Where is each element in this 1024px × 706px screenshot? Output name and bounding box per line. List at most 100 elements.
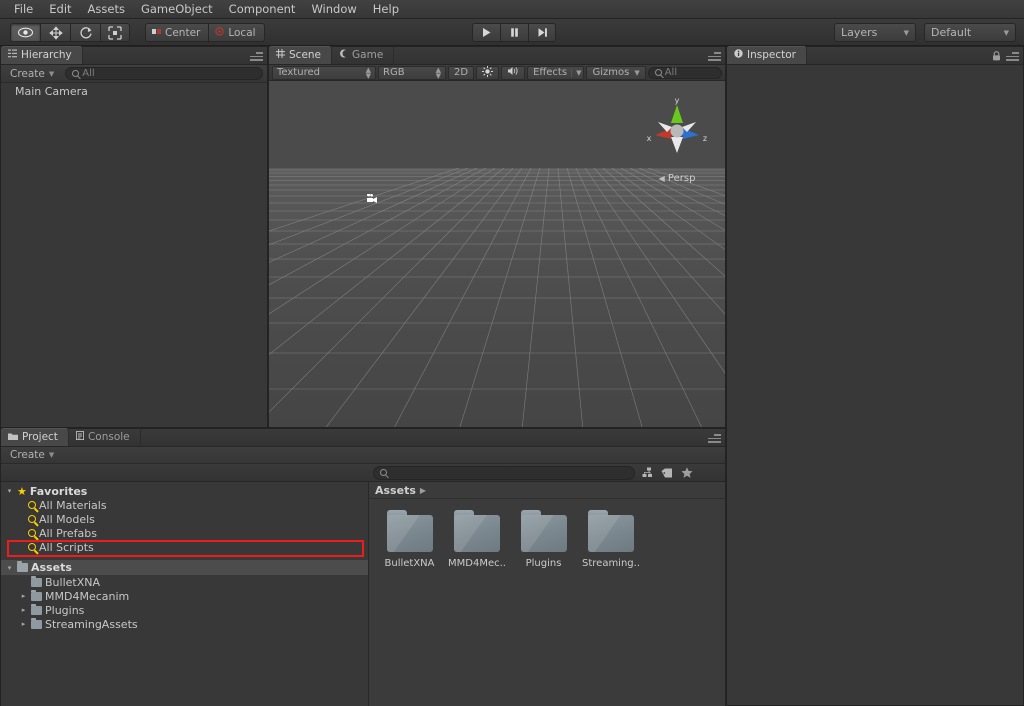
tab-game-label: Game (352, 49, 384, 61)
scene-panel: Scene Game Textured ▲ ▼ RGB ▲ ▼ 2D Effec… (268, 46, 726, 428)
pivot-toggles-group: Center Local (145, 23, 265, 42)
menu-item-window[interactable]: Window (303, 0, 364, 18)
effects-dropdown[interactable]: Effects ▼ (527, 65, 585, 80)
scene-tab-row: Scene Game (269, 46, 725, 65)
scene-menu-icon[interactable] (708, 52, 721, 61)
tree-item-all-materials[interactable]: All Materials (1, 498, 368, 512)
tab-inspector-label: Inspector (747, 49, 796, 61)
toggle-2d-button[interactable]: 2D (448, 65, 475, 80)
hierarchy-item-main-camera[interactable]: Main Camera (1, 83, 267, 99)
chevron-right-icon[interactable]: ▸ (19, 606, 28, 614)
step-button[interactable] (528, 23, 556, 42)
filter-by-type-icon[interactable] (639, 466, 655, 480)
breadcrumb-assets[interactable]: Assets (375, 484, 416, 497)
menu-item-file[interactable]: File (6, 0, 41, 18)
tab-scene[interactable]: Scene (269, 46, 333, 64)
project-search-input[interactable] (373, 465, 635, 480)
pause-button[interactable] (500, 23, 528, 42)
draw-mode-dropdown[interactable]: Textured ▲ ▼ (272, 65, 376, 80)
filter-by-label-icon[interactable] (659, 466, 675, 480)
tree-item-label: Plugins (45, 603, 85, 617)
grid-icon (276, 49, 285, 61)
tab-hierarchy[interactable]: Hierarchy (1, 46, 83, 64)
hand-tool-button[interactable] (10, 23, 40, 42)
rotate-tool-button[interactable] (70, 23, 100, 42)
hierarchy-search-input[interactable]: All (65, 67, 263, 80)
inspector-menu-icon[interactable] (1006, 52, 1019, 61)
tree-item-streamingassets[interactable]: ▸ StreamingAssets (1, 617, 368, 631)
project-menu-icon[interactable] (708, 434, 721, 443)
inspector-tab-row: Inspector (727, 46, 1023, 65)
menu-item-help[interactable]: Help (365, 0, 407, 18)
chevron-down-icon[interactable]: ▾ (5, 564, 14, 572)
menu-item-edit[interactable]: Edit (41, 0, 79, 18)
scene-viewport[interactable]: y x z ◀ Persp (269, 81, 725, 427)
pivot-rotation-button[interactable]: Local (208, 23, 265, 42)
folder-icon (520, 510, 567, 552)
tree-item-plugins[interactable]: ▸ Plugins (1, 603, 368, 617)
search-icon (654, 69, 662, 76)
audio-toggle-button[interactable] (501, 65, 526, 80)
tab-inspector[interactable]: Inspector (727, 46, 807, 64)
tab-console[interactable]: Console (69, 428, 141, 446)
camera-gizmo[interactable] (365, 193, 378, 204)
folder-icon (8, 431, 18, 443)
layout-dropdown[interactable]: Default ▼ (924, 23, 1016, 42)
project-tree: ▾ ★ Favorites All Materials All Models A… (1, 482, 369, 706)
hierarchy-menu-icon[interactable] (250, 52, 263, 61)
folder-icon (386, 510, 433, 552)
folder-icon (31, 589, 42, 601)
chevron-down-icon: ▼ (48, 451, 55, 459)
tree-item-favorites[interactable]: ▾ ★ Favorites (1, 484, 368, 498)
asset-item-mmd4mecanim[interactable]: MMD4Mec... (448, 510, 505, 569)
asset-item-label: Plugins (525, 558, 562, 569)
hierarchy-create-button[interactable]: Create ▼ (5, 67, 59, 81)
project-create-label: Create (10, 449, 45, 461)
layers-dropdown[interactable]: Layers ▼ (834, 23, 916, 42)
layout-label: Default (931, 26, 972, 39)
search-icon (28, 515, 36, 523)
tree-item-all-models[interactable]: All Models (1, 512, 368, 526)
tree-item-assets[interactable]: ▾ Assets (1, 560, 368, 575)
tab-game[interactable]: Game (332, 46, 395, 64)
tree-item-all-scripts[interactable]: All Scripts (1, 540, 368, 554)
project-panel: Project Console Create ▼ ▾ ★ Favorites A… (0, 428, 726, 706)
menu-item-gameobject[interactable]: GameObject (133, 0, 221, 18)
project-subtoolbar: Create ▼ (1, 447, 725, 464)
gizmos-dropdown[interactable]: Gizmos ▼ (586, 65, 646, 80)
menu-item-assets[interactable]: Assets (80, 0, 133, 18)
scene-search-input[interactable]: All (647, 66, 722, 79)
lock-icon[interactable] (992, 51, 1001, 61)
inspector-panel: Inspector (726, 46, 1024, 706)
pivot-rotation-icon (215, 26, 225, 39)
project-create-button[interactable]: Create ▼ (5, 448, 59, 462)
asset-item-bulletxna[interactable]: BulletXNA (381, 510, 438, 569)
tree-item-mmd4mecanim[interactable]: ▸ MMD4Mecanim (1, 589, 368, 603)
color-mode-dropdown[interactable]: RGB ▲ ▼ (378, 65, 446, 80)
lighting-toggle-button[interactable] (476, 65, 500, 80)
filter-favorites-icon[interactable] (679, 466, 695, 480)
scene-axis-gizmo[interactable]: y x z (641, 95, 713, 167)
hierarchy-subtoolbar: Create ▼ All (1, 65, 267, 83)
chevron-down-icon[interactable]: ▾ (5, 487, 14, 495)
scale-tool-button[interactable] (100, 23, 130, 42)
hierarchy-item-label: Main Camera (15, 84, 88, 98)
menu-item-component[interactable]: Component (221, 0, 304, 18)
move-tool-button[interactable] (40, 23, 70, 42)
effects-label: Effects (533, 67, 568, 78)
play-button[interactable] (472, 23, 500, 42)
pivot-rotation-label: Local (228, 26, 256, 39)
tab-project[interactable]: Project (1, 428, 69, 446)
pivot-mode-button[interactable]: Center (145, 23, 209, 42)
asset-item-plugins[interactable]: Plugins (515, 510, 572, 569)
tree-item-all-prefabs[interactable]: All Prefabs (1, 526, 368, 540)
tree-item-label: BulletXNA (45, 575, 100, 589)
asset-item-streamingassets[interactable]: Streaming... (582, 510, 639, 569)
tree-item-bulletxna[interactable]: BulletXNA (1, 575, 368, 589)
scene-projection-label[interactable]: ◀ Persp (641, 173, 713, 184)
tree-item-label: All Models (39, 512, 95, 526)
unity-editor-window: File Edit Assets GameObject Component Wi… (0, 0, 1024, 706)
chevron-right-icon[interactable]: ▸ (19, 620, 28, 628)
asset-item-label: MMD4Mec... (448, 558, 505, 569)
chevron-right-icon[interactable]: ▸ (19, 592, 28, 600)
